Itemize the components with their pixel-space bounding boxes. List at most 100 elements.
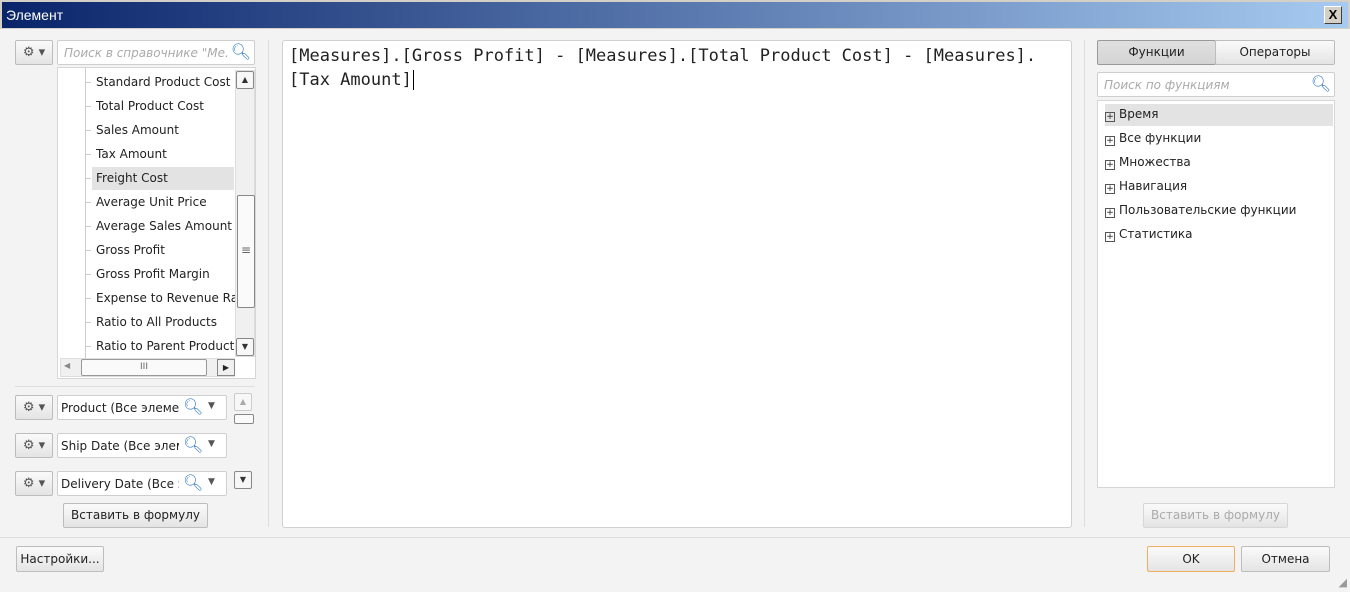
filter-combo[interactable]: Ship Date (Все элементы) 🔍︎ ▼ xyxy=(57,433,227,458)
title-bar: Элемент X xyxy=(0,0,1350,29)
scroll-down-button[interactable]: ▼ xyxy=(234,471,252,489)
search-icon[interactable]: 🔍︎ xyxy=(183,397,203,416)
tree-item-label: Average Sales Amount xyxy=(96,219,233,233)
category-label: Статистика xyxy=(1119,227,1193,241)
scroll-down-button[interactable]: ▼ xyxy=(236,338,254,356)
search-icon[interactable]: 🔍︎ xyxy=(183,473,203,492)
tree-item[interactable]: Standard Product Cost xyxy=(86,71,234,94)
expand-icon[interactable]: + xyxy=(1105,112,1115,122)
function-category[interactable]: + Множества xyxy=(1105,152,1333,174)
tree-item[interactable]: Gross Profit Margin xyxy=(86,263,234,286)
filter-gear-button[interactable]: ⚙ ▾ xyxy=(15,433,53,458)
scroll-thumb[interactable]: ≡ xyxy=(237,195,255,308)
filter-combo[interactable]: Delivery Date (Все элементы) 🔍︎ ▼ xyxy=(57,471,227,496)
resize-grip-icon[interactable]: ◢ xyxy=(1339,576,1347,589)
scroll-up-button[interactable]: ▲ xyxy=(234,393,252,411)
category-label: Все функции xyxy=(1119,131,1202,145)
horizontal-scrollbar[interactable]: ◀ III ▶ xyxy=(60,358,235,377)
gear-menu-button[interactable]: ⚙ ▾ xyxy=(15,40,53,65)
tree-line xyxy=(86,226,91,227)
function-category[interactable]: + Навигация xyxy=(1105,176,1333,198)
tree-item[interactable]: Average Sales Amount xyxy=(86,215,234,238)
tree-item-label: Freight Cost xyxy=(96,171,168,185)
ok-button[interactable]: OK xyxy=(1147,546,1235,572)
tree-item[interactable]: Average Unit Price xyxy=(86,191,234,214)
filters-scrollbar[interactable]: ▲ ▼ xyxy=(234,393,254,491)
tree-item[interactable]: Ratio to Parent Product xyxy=(86,335,235,358)
scroll-left-button[interactable]: ◀ xyxy=(64,361,70,370)
expand-icon[interactable]: + xyxy=(1105,136,1115,146)
category-label: Пользовательские функции xyxy=(1119,203,1297,217)
tree-item-label: Sales Amount xyxy=(96,123,179,137)
function-category[interactable]: + Статистика xyxy=(1105,224,1333,246)
tree-line xyxy=(85,68,86,358)
tab-operators[interactable]: Операторы xyxy=(1215,40,1335,65)
tree-item-label: Total Product Cost xyxy=(96,99,204,113)
gear-icon: ⚙ ▾ xyxy=(22,476,46,491)
gear-icon: ⚙ ▾ xyxy=(22,400,46,415)
tree-item[interactable]: Tax Amount xyxy=(86,143,234,166)
scroll-right-button[interactable]: ▶ xyxy=(217,359,235,376)
filter-value: Product (Все элементы) xyxy=(61,401,179,415)
search-icon[interactable]: 🔍︎ xyxy=(1311,74,1331,93)
filter-gear-button[interactable]: ⚙ ▾ xyxy=(15,395,53,420)
search-placeholder: Поиск по функциям xyxy=(1104,78,1230,92)
tree-line xyxy=(86,202,91,203)
function-category[interactable]: + Время xyxy=(1105,104,1333,126)
search-icon[interactable]: 🔍︎ xyxy=(183,435,203,454)
divider xyxy=(15,386,255,387)
tree-item-label: Ratio to All Products xyxy=(96,315,217,329)
tab-functions[interactable]: Функции xyxy=(1097,40,1216,65)
tree-item[interactable]: Sales Amount xyxy=(86,119,234,142)
function-category[interactable]: + Пользовательские функции xyxy=(1105,200,1333,222)
chevron-down-icon[interactable]: ▼ xyxy=(208,477,215,487)
expand-icon[interactable]: + xyxy=(1105,208,1115,218)
tree-item[interactable]: Gross Profit xyxy=(86,239,234,262)
tree-item-label: Expense to Revenue Ratio xyxy=(96,291,254,305)
expand-icon[interactable]: + xyxy=(1105,232,1115,242)
tree-item[interactable]: Ratio to All Products xyxy=(86,311,234,334)
tree-item-label: Gross Profit xyxy=(96,243,165,257)
vertical-scrollbar[interactable]: ▲ ≡ ▼ xyxy=(235,70,255,357)
text-cursor xyxy=(412,70,414,90)
expand-icon[interactable]: + xyxy=(1105,184,1115,194)
tree-item[interactable]: Total Product Cost xyxy=(86,95,234,118)
divider xyxy=(0,537,1350,538)
category-label: Множества xyxy=(1119,155,1191,169)
cancel-button[interactable]: Отмена xyxy=(1241,546,1330,572)
category-label: Навигация xyxy=(1119,179,1188,193)
chevron-down-icon[interactable]: ▼ xyxy=(208,439,215,449)
filter-value: Delivery Date (Все элементы) xyxy=(61,477,179,491)
measures-search-input[interactable]: Поиск в справочнике "Ме... 🔍︎ xyxy=(57,40,255,65)
functions-search-input[interactable]: Поиск по функциям 🔍︎ xyxy=(1097,72,1335,97)
tree-item-label: Standard Product Cost xyxy=(96,75,231,89)
tree-item[interactable]: Freight Cost xyxy=(86,167,234,190)
tree-line xyxy=(86,346,91,347)
close-button[interactable]: X xyxy=(1324,6,1342,24)
tree-item-label: Ratio to Parent Product xyxy=(96,339,235,353)
insert-function-button[interactable]: Вставить в формулу xyxy=(1143,503,1288,528)
search-icon[interactable]: 🔍︎ xyxy=(231,42,251,61)
scroll-thumb[interactable] xyxy=(234,414,254,424)
tree-line xyxy=(86,250,91,251)
expand-icon[interactable]: + xyxy=(1105,160,1115,170)
formula-editor[interactable]: [Measures].[Gross Profit] - [Measures].[… xyxy=(282,40,1072,528)
divider xyxy=(1084,40,1085,527)
settings-button[interactable]: Настройки... xyxy=(16,546,104,572)
scroll-up-button[interactable]: ▲ xyxy=(236,71,254,89)
filter-gear-button[interactable]: ⚙ ▾ xyxy=(15,471,53,496)
tree-item[interactable]: Expense to Revenue Ratio xyxy=(86,287,253,310)
chevron-down-icon[interactable]: ▼ xyxy=(208,401,215,411)
tree-line xyxy=(86,130,91,131)
tree-item-label: Average Unit Price xyxy=(96,195,207,209)
tree-line xyxy=(86,298,91,299)
window-title: Элемент xyxy=(6,7,64,23)
insert-into-formula-button[interactable]: Вставить в формулу xyxy=(63,503,208,528)
tree-line xyxy=(86,178,91,179)
tree-item-label: Tax Amount xyxy=(96,147,167,161)
function-category[interactable]: + Все функции xyxy=(1105,128,1333,150)
filter-combo[interactable]: Product (Все элементы) 🔍︎ ▼ xyxy=(57,395,227,420)
gear-icon: ⚙ ▾ xyxy=(22,45,46,60)
filter-value: Ship Date (Все элементы) xyxy=(61,439,179,453)
hscroll-thumb[interactable]: III xyxy=(81,359,207,376)
